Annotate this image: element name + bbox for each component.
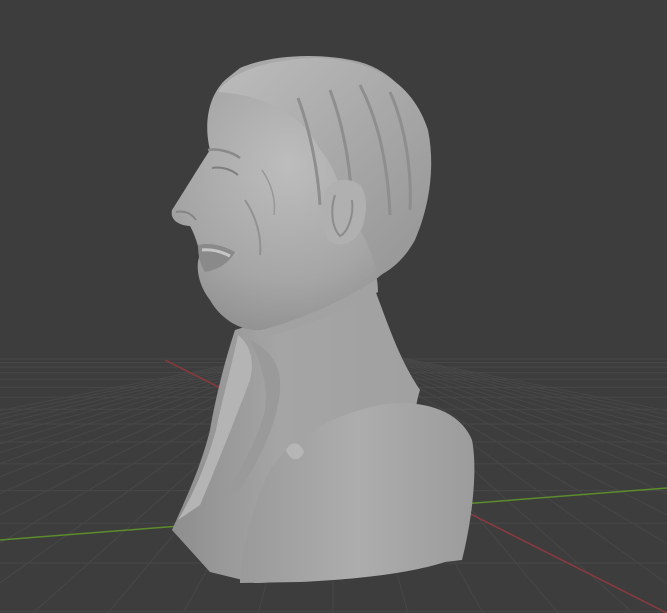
3d-viewport[interactable]	[0, 0, 667, 613]
viewport-canvas[interactable]	[0, 0, 667, 613]
